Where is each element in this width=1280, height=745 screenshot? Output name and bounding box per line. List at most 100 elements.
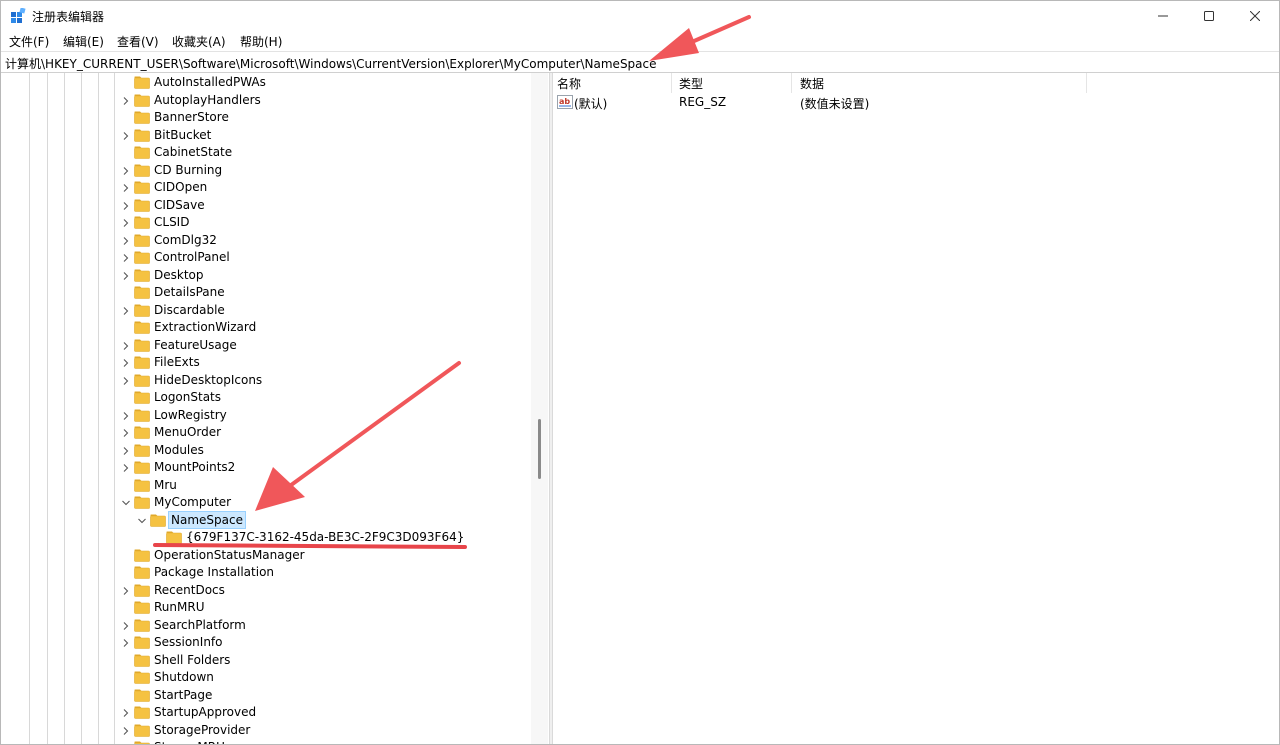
tree-node-label[interactable]: StorageProvider [152, 722, 252, 738]
minimize-button[interactable] [1140, 1, 1186, 31]
tree-node[interactable]: FileExts [1, 354, 531, 371]
tree-node-label[interactable]: Package Installation [152, 564, 276, 580]
tree-node[interactable]: StreamMRU [1, 739, 531, 744]
tree-node-label[interactable]: BitBucket [152, 127, 213, 143]
menu-file[interactable]: 文件(F) [9, 33, 49, 50]
tree-node-label[interactable]: LowRegistry [152, 407, 229, 423]
tree-node[interactable]: OperationStatusManager [1, 547, 531, 564]
menu-view[interactable]: 查看(V) [117, 33, 159, 50]
tree-node[interactable]: Discardable [1, 302, 531, 319]
tree-node-label[interactable]: SearchPlatform [152, 617, 248, 633]
tree-node-label[interactable]: OperationStatusManager [152, 547, 307, 563]
tree-node-label[interactable]: DetailsPane [152, 284, 227, 300]
tree-node[interactable]: FeatureUsage [1, 337, 531, 354]
tree-node-label[interactable]: Modules [152, 442, 206, 458]
tree-node-label[interactable]: ControlPanel [152, 249, 232, 265]
tree-node[interactable]: Shell Folders [1, 652, 531, 669]
address-bar[interactable]: 计算机\HKEY_CURRENT_USER\Software\Microsoft… [1, 51, 1279, 73]
tree-node[interactable]: BitBucket [1, 127, 531, 144]
tree-node-label[interactable]: Mru [152, 477, 179, 493]
chevron-right-icon[interactable] [121, 708, 131, 718]
tree-node-label[interactable]: CabinetState [152, 144, 234, 160]
tree-node-label[interactable]: CIDOpen [152, 179, 209, 195]
tree-node-label[interactable]: NameSpace [168, 510, 246, 529]
tree-node-label[interactable]: MyComputer [152, 494, 233, 510]
tree-node[interactable]: BannerStore [1, 109, 531, 126]
tree-node-label[interactable]: RunMRU [152, 599, 206, 615]
tree-node-label[interactable]: Discardable [152, 302, 227, 318]
column-header-type[interactable]: 类型 [679, 75, 703, 92]
tree-node[interactable]: RunMRU [1, 599, 531, 616]
tree-node-label[interactable]: RecentDocs [152, 582, 227, 598]
tree-node-label[interactable]: FeatureUsage [152, 337, 239, 353]
tree-node[interactable]: SearchPlatform [1, 617, 531, 634]
menu-edit[interactable]: 编辑(E) [63, 33, 104, 50]
tree-node-label[interactable]: MenuOrder [152, 424, 223, 440]
tree-node-label[interactable]: AutoInstalledPWAs [152, 74, 268, 90]
tree-node[interactable]: Shutdown [1, 669, 531, 686]
tree-node-label[interactable]: Shutdown [152, 669, 216, 685]
chevron-down-icon[interactable] [137, 516, 147, 526]
tree-node-label[interactable]: ExtractionWizard [152, 319, 258, 335]
tree-node-label[interactable]: CD Burning [152, 162, 224, 178]
title-bar[interactable]: 注册表编辑器 [1, 1, 1279, 31]
maximize-button[interactable] [1186, 1, 1232, 31]
tree-scrollbar[interactable] [531, 73, 548, 744]
tree-node-label[interactable]: HideDesktopIcons [152, 372, 264, 388]
tree-node[interactable]: CIDOpen [1, 179, 531, 196]
chevron-right-icon[interactable] [121, 201, 131, 211]
tree-node[interactable]: ControlPanel [1, 249, 531, 266]
tree-node[interactable]: AutoInstalledPWAs [1, 74, 531, 91]
tree-node-label[interactable]: StartPage [152, 687, 214, 703]
chevron-down-icon[interactable] [121, 498, 131, 508]
tree-node-label[interactable]: FileExts [152, 354, 202, 370]
tree-node-label[interactable]: BannerStore [152, 109, 231, 125]
tree-node-label[interactable]: SessionInfo [152, 634, 225, 650]
column-separator[interactable] [671, 73, 672, 93]
tree-node[interactable]: DetailsPane [1, 284, 531, 301]
chevron-right-icon[interactable] [121, 218, 131, 228]
tree-node-label[interactable]: AutoplayHandlers [152, 92, 263, 108]
tree-node[interactable]: CabinetState [1, 144, 531, 161]
tree-node[interactable]: CLSID [1, 214, 531, 231]
tree-node[interactable]: LowRegistry [1, 407, 531, 424]
column-header-data[interactable]: 数据 [800, 75, 824, 92]
values-list[interactable]: 名称 类型 数据 ab (默认) REG_SZ (数值未设置) [553, 73, 1279, 744]
tree-node[interactable]: StartupApproved [1, 704, 531, 721]
chevron-right-icon[interactable] [121, 428, 131, 438]
chevron-right-icon[interactable] [121, 271, 131, 281]
tree-scroll-thumb[interactable] [538, 419, 541, 479]
chevron-right-icon[interactable] [121, 726, 131, 736]
registry-tree[interactable]: AutoInstalledPWAs AutoplayHandlers BannerS… [1, 73, 549, 744]
chevron-right-icon[interactable] [121, 131, 131, 141]
chevron-right-icon[interactable] [121, 463, 131, 473]
tree-node[interactable]: RecentDocs [1, 582, 531, 599]
menu-help[interactable]: 帮助(H) [240, 33, 282, 50]
chevron-right-icon[interactable] [121, 96, 131, 106]
tree-node[interactable]: Modules [1, 442, 531, 459]
tree-node-label[interactable]: MountPoints2 [152, 459, 237, 475]
tree-node[interactable]: NameSpace [1, 510, 531, 529]
tree-node[interactable]: LogonStats [1, 389, 531, 406]
tree-node[interactable]: CD Burning [1, 162, 531, 179]
chevron-right-icon[interactable] [121, 586, 131, 596]
tree-node[interactable]: MenuOrder [1, 424, 531, 441]
tree-node[interactable]: Package Installation [1, 564, 531, 581]
chevron-right-icon[interactable] [121, 306, 131, 316]
tree-node-label[interactable]: StartupApproved [152, 704, 258, 720]
tree-node[interactable]: StartPage [1, 687, 531, 704]
chevron-right-icon[interactable] [121, 638, 131, 648]
tree-node[interactable]: SessionInfo [1, 634, 531, 651]
chevron-right-icon[interactable] [121, 376, 131, 386]
tree-node-label[interactable]: ComDlg32 [152, 232, 219, 248]
close-button[interactable] [1232, 1, 1278, 31]
chevron-right-icon[interactable] [121, 411, 131, 421]
tree-node[interactable]: ExtractionWizard [1, 319, 531, 336]
chevron-right-icon[interactable] [121, 341, 131, 351]
tree-node[interactable]: MountPoints2 [1, 459, 531, 476]
tree-node[interactable]: StorageProvider [1, 722, 531, 739]
menu-favorites[interactable]: 收藏夹(A) [172, 33, 226, 50]
chevron-right-icon[interactable] [121, 358, 131, 368]
chevron-right-icon[interactable] [121, 446, 131, 456]
tree-node[interactable]: Desktop [1, 267, 531, 284]
